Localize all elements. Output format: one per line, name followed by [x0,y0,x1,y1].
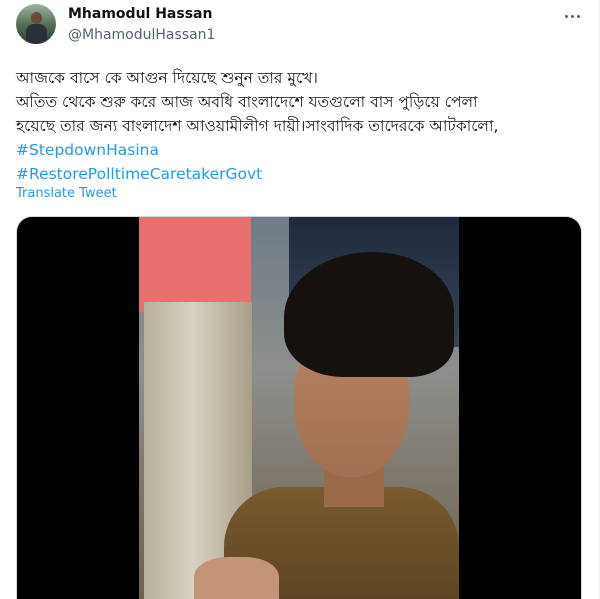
hashtag-link[interactable]: #StepdownHasina [16,138,586,162]
tweet-text-line: অতিত থেকে শুরু করে আজ অবধি বাংলাদেশে যতগ… [16,93,478,111]
more-horizontal-icon-dot [570,14,574,18]
more-horizontal-icon-dot [576,14,580,18]
video-hair [284,252,454,377]
video-hand [194,557,279,599]
author-display-name[interactable]: Mhamodul Hassan [68,6,212,22]
avatar[interactable] [16,4,56,44]
tweet[interactable]: Mhamodul Hassan @MhamodulHassan1 আজকে বা… [0,0,600,599]
author-handle[interactable]: @MhamodulHassan1 [68,27,215,43]
video-red-shirt [139,217,251,312]
tweet-text: আজকে বাসে কে আগুন দিয়েছে শুনুন তার মুখে… [16,66,586,186]
tweet-text-line: হয়েছে তার জন্য বাংলাদেশ আওয়ামীলীগ দায়… [16,117,499,135]
tweet-text-line: আজকে বাসে কে আগুন দিয়েছে শুনুন তার মুখে… [16,69,318,87]
more-horizontal-icon [564,14,568,18]
tweet-video[interactable] [16,216,582,599]
avatar-head [31,12,42,24]
translate-tweet-link[interactable]: Translate Tweet [16,186,117,201]
avatar-body [26,24,47,44]
hashtag-link[interactable]: #RestorePolltimeCaretakerGovt [16,162,586,186]
video-frame [139,217,459,599]
more-options-button[interactable] [560,6,584,26]
